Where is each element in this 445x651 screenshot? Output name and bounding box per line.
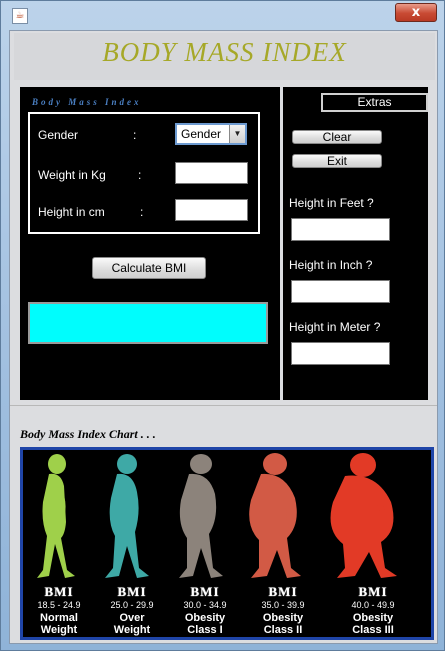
app-window: ☕ x BODY MASS INDEX Body Mass Index Gend… (0, 0, 445, 651)
height-label: Height in cm (38, 205, 105, 219)
panel-caption: Body Mass Index (32, 97, 142, 107)
bmi-class-obesity-3-line2: Class III (352, 624, 394, 636)
bmi-range-normal: 18.5 - 24.9 (37, 600, 81, 610)
bmi-range-obesity-2: 35.0 - 39.9 (261, 600, 305, 610)
bmi-label-over: BMI (117, 584, 147, 599)
obesity-class-3-figure-icon (330, 453, 397, 578)
bmi-class-obesity-3-line1: Obesity (352, 612, 394, 624)
bmi-label-obesity-2: BMI (268, 584, 298, 599)
extras-button[interactable]: Extras (321, 93, 428, 112)
height-meter-label: Height in Meter ? (289, 320, 381, 334)
exit-button[interactable]: Exit (292, 154, 382, 168)
bmi-range-obesity-3: 40.0 - 49.9 (351, 600, 395, 610)
overweight-figure-icon (105, 454, 149, 578)
gender-select[interactable]: Gender ▼ (175, 123, 247, 145)
bmi-range-over: 25.0 - 29.9 (110, 600, 154, 610)
section-divider (10, 405, 437, 406)
bmi-class-obesity-2-line2: Class II (263, 624, 303, 636)
header-bar: BODY MASS INDEX (14, 33, 435, 80)
bmi-label-obesity-3: BMI (358, 584, 388, 599)
input-group: Gender : Gender ▼ Weight in Kg : Height … (28, 112, 260, 234)
calculate-bmi-button[interactable]: Calculate BMI (92, 257, 206, 279)
bmi-class-over-line1: Over (119, 612, 145, 624)
gender-colon: : (133, 128, 137, 142)
bmi-chart-image: BMI 18.5 - 24.9 Normal Weight BMI 25.0 -… (20, 447, 434, 640)
java-icon: ☕ (12, 8, 28, 24)
bmi-class-obesity-1-line1: Obesity (184, 612, 226, 624)
height-meter-field[interactable] (291, 342, 390, 365)
height-colon: : (140, 205, 144, 219)
height-inch-field[interactable] (291, 280, 390, 303)
weight-label: Weight in Kg (38, 168, 106, 182)
chart-title: Body Mass Index Chart . . . (20, 427, 156, 441)
bmi-label-normal: BMI (44, 584, 74, 599)
bmi-class-normal-line1: Normal (40, 612, 78, 624)
bmi-range-obesity-1: 30.0 - 34.9 (183, 600, 227, 610)
bmi-result-display (28, 302, 268, 344)
normal-weight-figure-icon (37, 454, 75, 578)
chevron-down-icon[interactable]: ▼ (229, 125, 245, 143)
bmi-form-panel: Body Mass Index Gender : Gender ▼ Weight… (20, 87, 280, 400)
close-button[interactable]: x (395, 3, 437, 22)
obesity-class-2-figure-icon (249, 453, 301, 578)
clear-button[interactable]: Clear (292, 130, 382, 144)
gender-selected-value: Gender (181, 127, 222, 141)
bmi-label-obesity-1: BMI (190, 584, 220, 599)
height-inch-label: Height in Inch ? (289, 258, 373, 272)
weight-input[interactable] (175, 162, 248, 184)
height-feet-label: Height in Feet ? (289, 196, 374, 210)
bmi-class-over-line2: Weight (113, 624, 151, 636)
bmi-class-obesity-2-line1: Obesity (262, 612, 304, 624)
obesity-class-1-figure-icon (179, 454, 223, 578)
content-pane: BODY MASS INDEX Body Mass Index Gender :… (9, 30, 438, 644)
height-input[interactable] (175, 199, 248, 221)
bmi-class-normal-line2: Weight (40, 624, 78, 636)
height-feet-field[interactable] (291, 218, 390, 241)
extras-panel: Extras Clear Exit Height in Feet ? Heigh… (283, 87, 428, 400)
bmi-class-obesity-1-line2: Class I (187, 624, 223, 636)
weight-colon: : (138, 168, 142, 182)
gender-label: Gender (38, 128, 79, 142)
app-title: BODY MASS INDEX (102, 37, 347, 67)
title-bar: ☕ x (1, 1, 444, 29)
